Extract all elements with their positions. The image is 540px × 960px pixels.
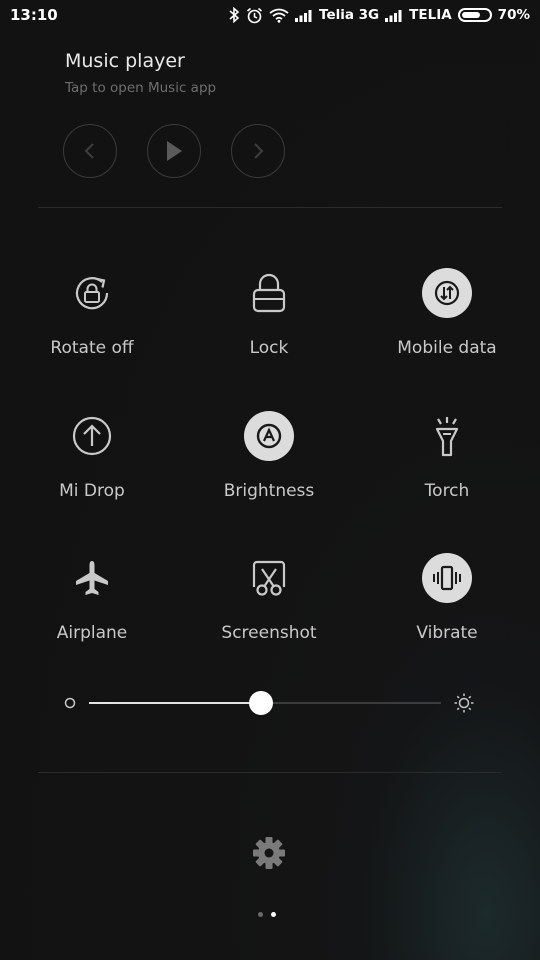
tile-label: Vibrate <box>416 623 478 643</box>
airplane-icon <box>67 553 117 603</box>
vibrate-icon <box>422 553 472 603</box>
slider-fill <box>89 702 262 704</box>
rotate-lock-icon <box>67 268 117 318</box>
tile-mobile-data[interactable]: Mobile data <box>372 268 522 358</box>
tile-label: Lock <box>249 338 289 358</box>
tile-airplane[interactable]: Airplane <box>17 553 167 643</box>
lock-icon <box>244 268 294 318</box>
divider <box>38 772 502 773</box>
brightness-auto-icon <box>244 411 294 461</box>
carrier-label-1: Telia 3G <box>319 7 380 23</box>
mobile-data-icon <box>422 268 472 318</box>
settings-button[interactable] <box>250 834 288 872</box>
tile-label: Mi Drop <box>59 481 125 501</box>
next-icon <box>254 143 264 159</box>
bluetooth-icon <box>229 7 240 23</box>
previous-icon <box>84 143 94 159</box>
music-player-title[interactable]: Music player <box>65 50 185 72</box>
tile-label: Rotate off <box>50 338 134 358</box>
page-indicator <box>258 912 276 917</box>
gear-icon <box>253 837 285 869</box>
status-bar: 13:10 Telia 3G TELIA 70% <box>0 0 540 30</box>
upload-icon <box>67 411 117 461</box>
tile-mi-drop[interactable]: Mi Drop <box>17 411 167 501</box>
tile-lock[interactable]: Lock <box>194 268 344 358</box>
signal-icon <box>385 9 402 22</box>
divider <box>38 207 502 208</box>
tile-label: Mobile data <box>397 338 497 358</box>
torch-icon <box>422 411 472 461</box>
brightness-low-icon <box>64 697 76 709</box>
brightness-slider[interactable] <box>60 688 480 718</box>
play-button[interactable] <box>147 124 201 178</box>
previous-button[interactable] <box>63 124 117 178</box>
page-dot <box>258 912 263 917</box>
tile-label: Airplane <box>56 623 128 643</box>
wifi-icon <box>269 8 289 23</box>
tile-brightness[interactable]: Brightness <box>194 411 344 501</box>
tile-torch[interactable]: Torch <box>372 411 522 501</box>
status-time: 13:10 <box>10 6 58 24</box>
slider-thumb[interactable] <box>249 691 274 715</box>
play-icon <box>167 141 182 161</box>
signal-icon <box>295 9 312 22</box>
alarm-icon <box>247 7 263 23</box>
tile-screenshot[interactable]: Screenshot <box>194 553 344 643</box>
tile-label: Screenshot <box>221 623 317 643</box>
brightness-high-icon <box>454 693 474 713</box>
tile-label: Torch <box>424 481 470 501</box>
tile-label: Brightness <box>223 481 315 501</box>
battery-icon <box>457 8 492 22</box>
carrier-label-2: TELIA <box>409 7 452 23</box>
tile-vibrate[interactable]: Vibrate <box>372 553 522 643</box>
music-player-subtitle[interactable]: Tap to open Music app <box>65 80 216 96</box>
screenshot-icon <box>244 553 294 603</box>
tile-rotate[interactable]: Rotate off <box>17 268 167 358</box>
next-button[interactable] <box>231 124 285 178</box>
page-dot-current <box>271 912 276 917</box>
status-right: Telia 3G TELIA 70% <box>228 5 530 25</box>
battery-percent: 70% <box>497 7 530 23</box>
